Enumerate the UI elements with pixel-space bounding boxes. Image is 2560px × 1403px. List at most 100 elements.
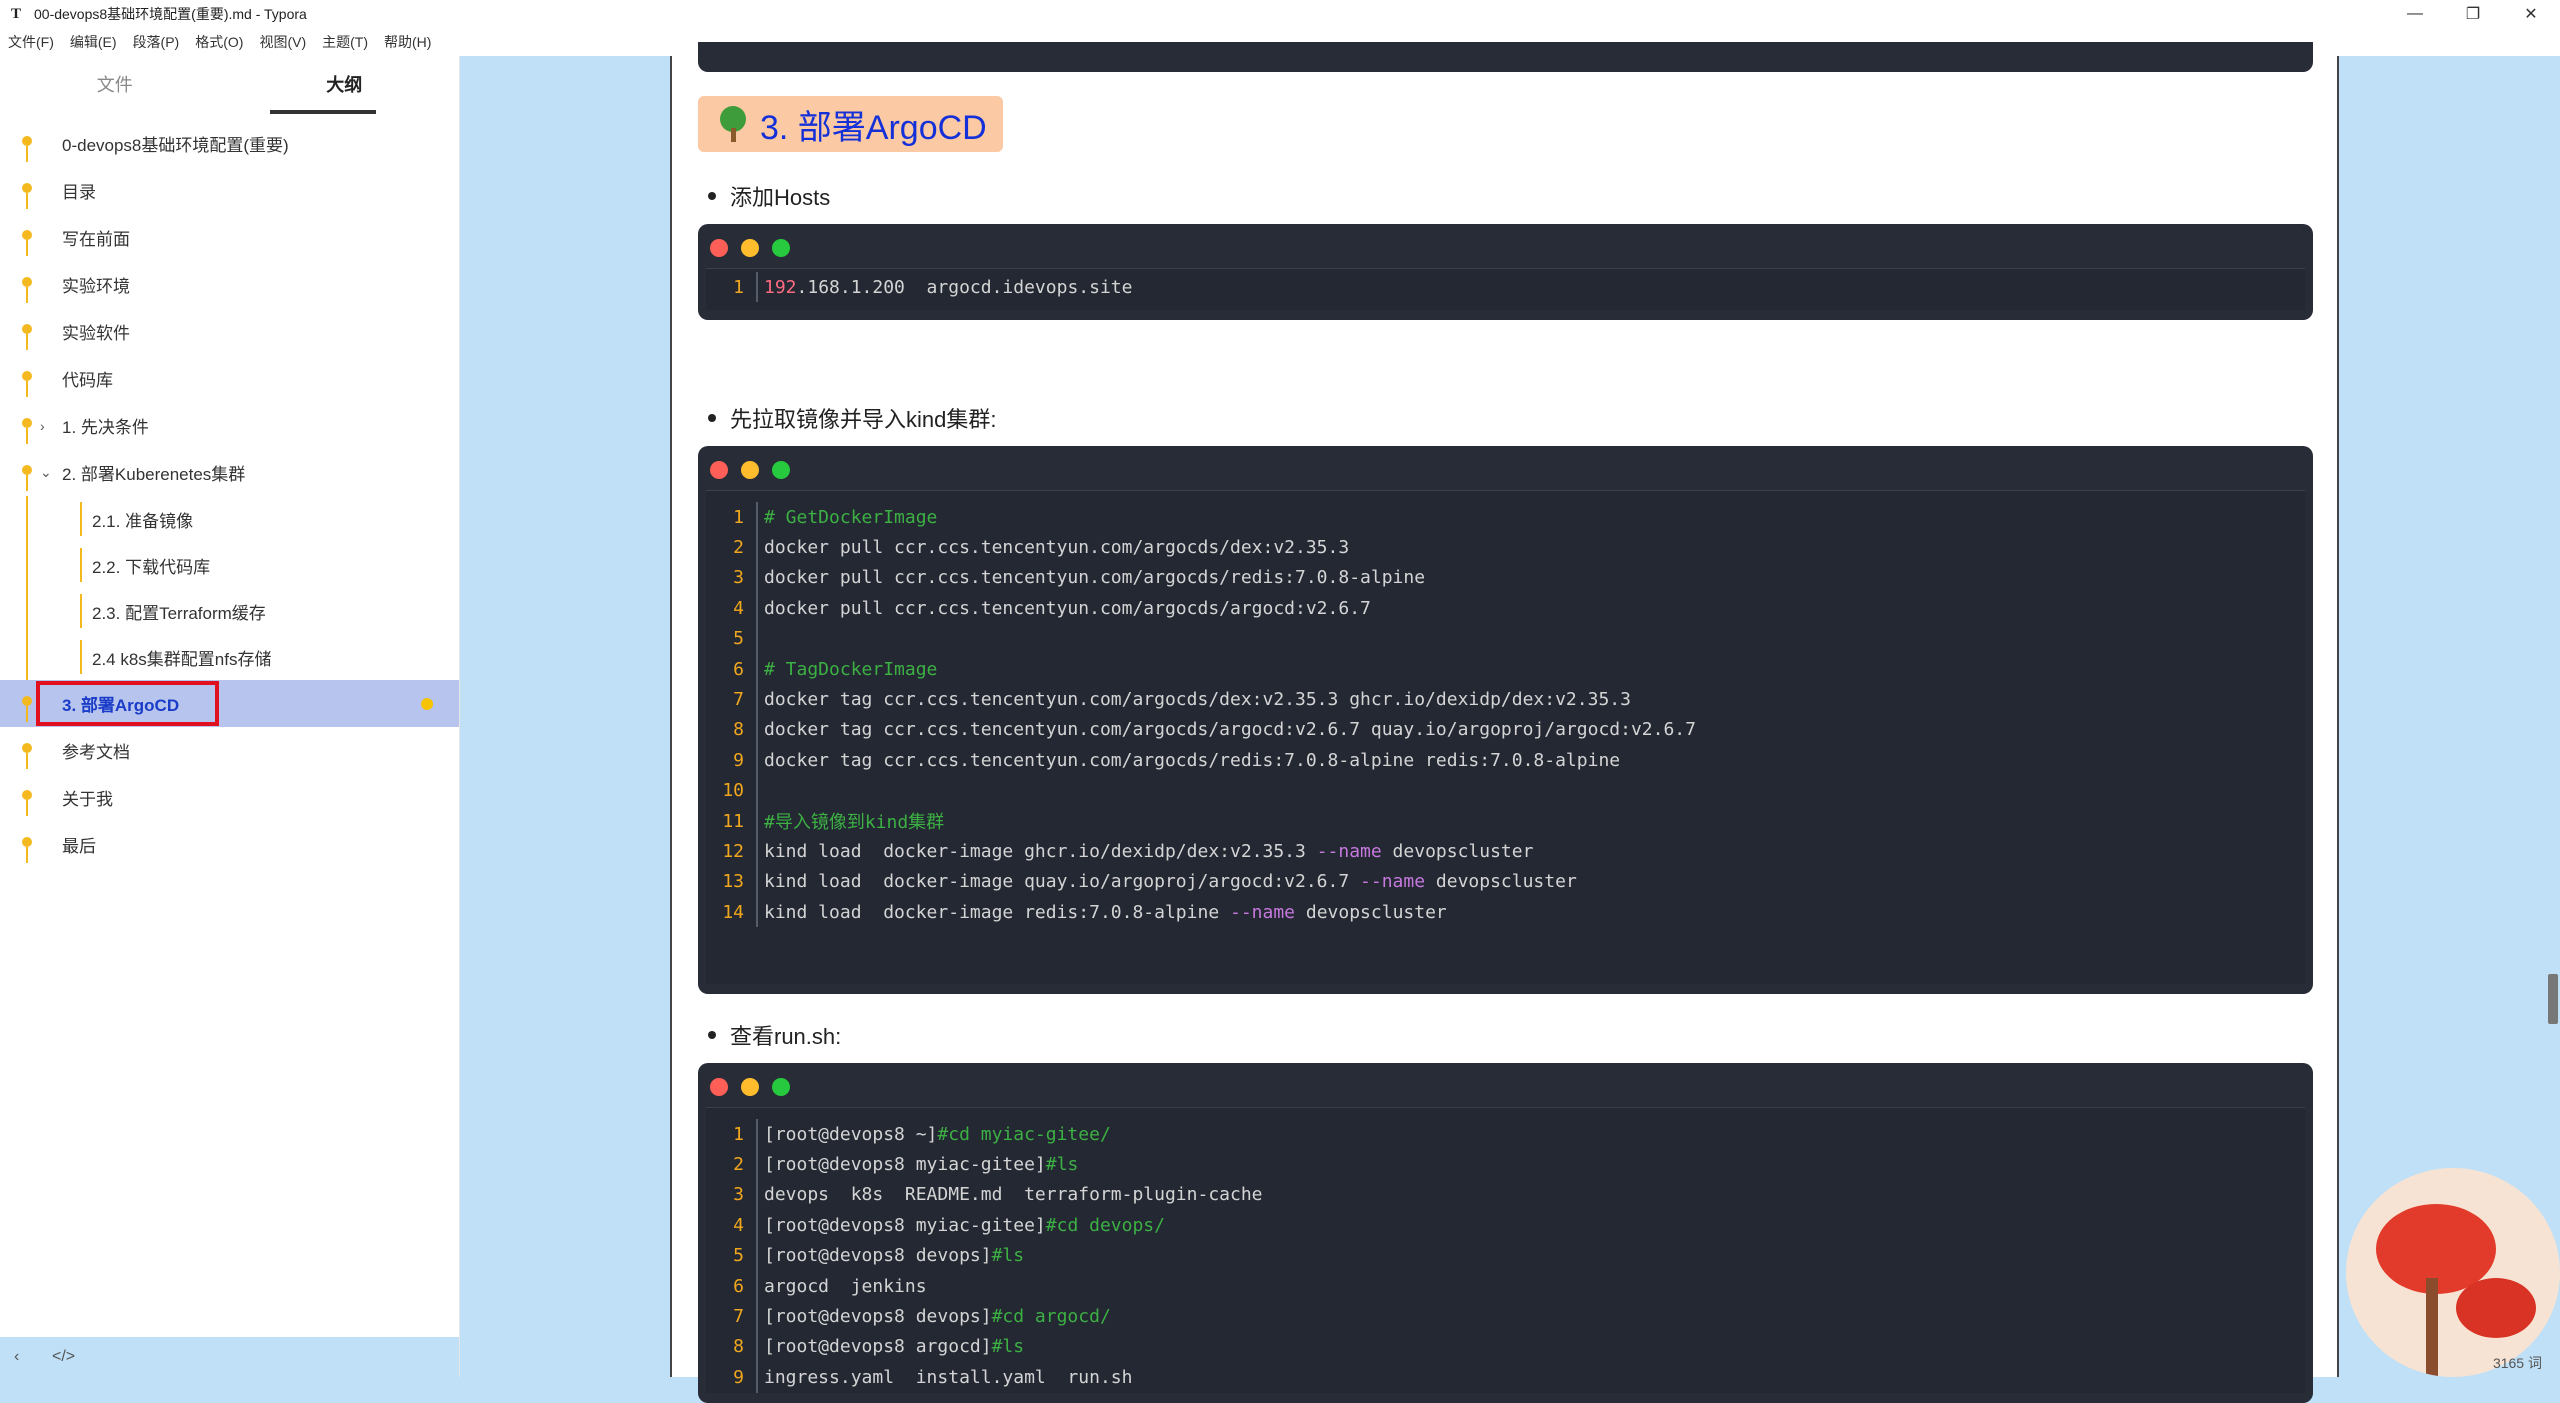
tab-files[interactable]: 文件 (0, 56, 230, 120)
code-token: devopscluster (1295, 901, 1447, 923)
outline-item-label: 关于我 (62, 790, 113, 809)
line-number: 9 (733, 1366, 744, 1388)
code-block-run-sh[interactable]: 1 [root@devops8 ~] #cd myiac-gitee/2 [root@… (698, 1063, 2313, 1403)
outline-item[interactable]: 最后 (0, 821, 459, 868)
outline-item[interactable]: ⌄ 2. 部署Kuberenetes集群 (0, 449, 459, 496)
code-block-previous[interactable] (698, 42, 2313, 72)
outline-item[interactable]: 实验软件 (0, 308, 459, 355)
outline-item[interactable]: 关于我 (0, 774, 459, 821)
code-body[interactable]: 1 [root@devops8 ~] #cd myiac-gitee/2 [root@… (706, 1107, 2305, 1393)
code-line[interactable]: 5 [root@devops8 devops] #ls (706, 1240, 2305, 1271)
code-line[interactable]: 6 argocd jenkins (706, 1270, 2305, 1302)
code-line[interactable]: 9 docker tag ccr.ccs.tencentyun.com/argoc… (706, 745, 2305, 776)
line-number: 2 (733, 1154, 744, 1176)
outline-stem (26, 706, 28, 722)
outline-item[interactable]: 2.1. 准备镜像 (0, 496, 459, 542)
scrollbar-thumb[interactable] (2548, 974, 2558, 1024)
outline-item[interactable]: 目录 (0, 167, 459, 214)
editor-document[interactable]: 3. 部署ArgoCD 添加Hosts 1 192.168.1.200 argoc… (670, 42, 2339, 1403)
outline-item[interactable]: 2.4 k8s集群配置nfs存储 (0, 634, 459, 680)
code-line[interactable]: 3 devops k8s README.md terraform-plugin-c… (706, 1179, 2305, 1211)
code-line[interactable]: 2 [root@devops8 myiac-gitee] #ls (706, 1149, 2305, 1180)
code-block-images[interactable]: 1 # GetDockerImage 2 docker pull ccr.ccs.te… (698, 446, 2313, 994)
gutter-divider (756, 1362, 758, 1393)
chevron-down-icon[interactable]: ⌄ (40, 464, 52, 481)
outline-item[interactable]: 实验环境 (0, 261, 459, 308)
code-line[interactable]: 6 # TagDockerImage (706, 653, 2305, 685)
outline-item[interactable]: 参考文档 (0, 727, 459, 774)
line-number: 13 (722, 871, 744, 893)
outline-item[interactable]: 2.3. 配置Terraform缓存 (0, 588, 459, 634)
restore-icon[interactable]: ❐ (2444, 0, 2502, 28)
menu-item[interactable]: 文件(F) (0, 32, 62, 52)
code-block-hosts[interactable]: 1 192.168.1.200 argocd.idevops.site (698, 224, 2313, 320)
menu-item[interactable]: 编辑(E) (62, 32, 125, 52)
code-body[interactable]: 1 192.168.1.200 argocd.idevops.site (706, 268, 2305, 310)
outline-bullet-icon (22, 837, 32, 847)
code-line[interactable]: 9 ingress.yaml install.yaml run.sh (706, 1362, 2305, 1393)
bullet-pull-images[interactable]: 先拉取镜像并导入kind集群: (708, 402, 996, 434)
menu-item[interactable]: 帮助(H) (376, 32, 439, 52)
code-line[interactable]: 1 [root@devops8 ~] #cd myiac-gitee/ (706, 1119, 2305, 1150)
code-token: --name (1230, 901, 1296, 923)
source-code-mode-icon[interactable]: </> (52, 1348, 76, 1366)
outline-child-marker (80, 502, 82, 536)
outline-item[interactable]: 0-devops8基础环境配置(重要) (0, 120, 459, 167)
chevron-right-icon[interactable]: › (40, 418, 45, 434)
line-number: 11 (722, 810, 744, 832)
bullet-add-hosts[interactable]: 添加Hosts (708, 180, 830, 212)
outline-item-label: 2.3. 配置Terraform缓存 (92, 603, 266, 623)
outline-item[interactable]: 2.2. 下载代码库 (0, 542, 459, 588)
minimize-icon[interactable]: — (2386, 0, 2444, 28)
line-number: 5 (733, 628, 744, 650)
code-line[interactable]: 3 docker pull ccr.ccs.tencentyun.com/argo… (706, 562, 2305, 594)
outline-stem (26, 193, 28, 209)
close-icon[interactable]: ✕ (2502, 0, 2560, 28)
gutter-divider (756, 562, 758, 594)
code-line[interactable]: 4 [root@devops8 myiac-gitee] #cd devops/ (706, 1210, 2305, 1241)
code-line[interactable]: 4 docker pull ccr.ccs.tencentyun.com/argo… (706, 593, 2305, 624)
code-line[interactable]: 8 [root@devops8 argocd] #ls (706, 1331, 2305, 1363)
menu-item[interactable]: 格式(O) (187, 32, 251, 52)
line-number: 9 (733, 749, 744, 771)
word-count[interactable]: 3165 词 (2493, 1353, 2542, 1373)
code-line[interactable]: 5 (706, 623, 2305, 654)
code-token: docker pull ccr.ccs.tencentyun.com/argoc… (764, 567, 1426, 589)
gutter-divider (756, 653, 758, 685)
outline-bullet-icon (22, 743, 32, 753)
code-line[interactable]: 1 # GetDockerImage (706, 502, 2305, 533)
code-line[interactable]: 1 192.168.1.200 argocd.idevops.site (706, 272, 2305, 303)
code-line[interactable]: 14 kind load docker-image redis:7.0.8-alp… (706, 897, 2305, 928)
code-line[interactable]: 12 kind load docker-image ghcr.io/dexidp/… (706, 836, 2305, 867)
gutter-divider (756, 1179, 758, 1211)
code-token: #ls (1045, 1154, 1079, 1176)
line-number: 12 (722, 840, 744, 862)
code-line[interactable]: 10 (706, 775, 2305, 806)
outline-item[interactable]: 写在前面 (0, 214, 459, 261)
code-line[interactable]: 13 kind load docker-image quay.io/argopro… (706, 866, 2305, 898)
outline-bullet-icon (22, 790, 32, 800)
code-line[interactable]: 7 docker tag ccr.ccs.tencentyun.com/argoc… (706, 684, 2305, 715)
line-number: 6 (733, 658, 744, 680)
menu-item[interactable]: 视图(V) (251, 32, 314, 52)
code-block-header (698, 1063, 2313, 1107)
outline-item[interactable]: › 1. 先决条件 (0, 402, 459, 449)
section-heading[interactable]: 3. 部署ArgoCD (698, 96, 1003, 152)
code-token: #cd myiac-gitee/ (937, 1123, 1111, 1145)
gutter-divider (756, 836, 758, 867)
gutter-divider (756, 1210, 758, 1241)
code-line[interactable]: 11 #导入镜像到kind集群 (706, 805, 2305, 837)
code-line[interactable]: 8 docker tag ccr.ccs.tencentyun.com/argoc… (706, 714, 2305, 746)
menu-item[interactable]: 主题(T) (314, 32, 376, 52)
outline-item[interactable]: 代码库 (0, 355, 459, 402)
code-token: [root@devops8 argocd] (764, 1336, 992, 1358)
code-token: .168.1.200 argocd.idevops.site (796, 276, 1133, 298)
code-line[interactable]: 7 [root@devops8 devops] #cd argocd/ (706, 1301, 2305, 1332)
collapse-sidebar-icon[interactable]: ‹ (14, 1348, 38, 1366)
code-line[interactable]: 2 docker pull ccr.ccs.tencentyun.com/argo… (706, 532, 2305, 563)
maximize-dot-icon (772, 239, 790, 257)
menu-item[interactable]: 段落(P) (125, 32, 188, 52)
outline-item[interactable]: 3. 部署ArgoCD (0, 680, 459, 727)
bullet-view-run-sh[interactable]: 查看run.sh: (708, 1019, 841, 1051)
code-body[interactable]: 1 # GetDockerImage 2 docker pull ccr.ccs.te… (706, 490, 2305, 984)
